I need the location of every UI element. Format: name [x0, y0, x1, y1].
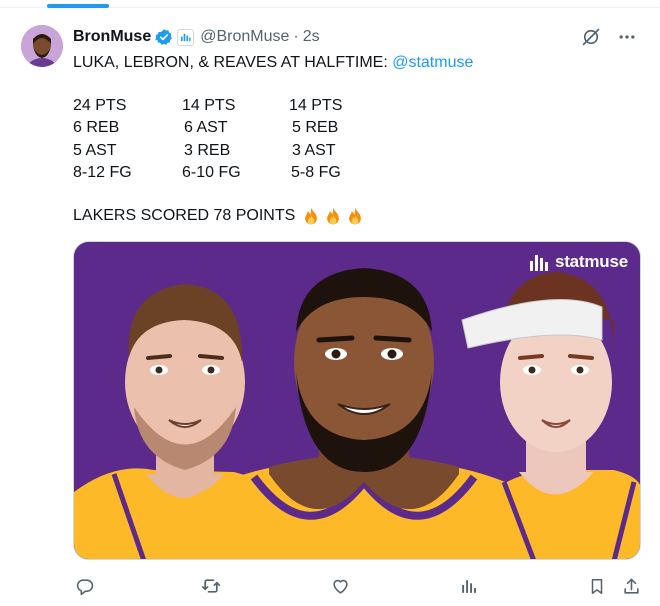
stat-line: 6 AST [184, 119, 228, 137]
mention-link[interactable]: @statmuse [392, 54, 473, 71]
handle[interactable]: @BronMuse [200, 28, 289, 46]
stat-line: 5 AST [73, 141, 117, 159]
bookmark-icon[interactable] [586, 575, 608, 597]
verified-badge-icon [155, 28, 173, 46]
separator: · [293, 28, 299, 45]
stat-line: 5-8 FG [291, 163, 341, 181]
display-name[interactable]: BronMuse [73, 28, 151, 46]
stat-line: 6 REB [73, 119, 120, 137]
fire-emoji-icon [345, 206, 365, 226]
tweet-text: LUKA, LEBRON, & REAVES AT HALFTIME: @sta… [73, 52, 633, 74]
fire-emoji-icon [301, 206, 321, 226]
avatar[interactable] [21, 25, 63, 67]
player-illustration [74, 242, 640, 559]
stats-column-reaves: 14 PTS 5 REB 3 AST 5-8 FG [289, 95, 342, 184]
statmuse-bars-icon [529, 255, 548, 271]
scored-text: LAKERS SCORED 78 POINTS [73, 207, 296, 224]
tweet-header: BronMuse @BronMuse · 2s [73, 26, 320, 48]
scored-line: LAKERS SCORED 78 POINTS [73, 205, 365, 227]
stat-line: 6-10 FG [182, 163, 241, 181]
tweet-text-prefix: LUKA, LEBRON, & REAVES AT HALFTIME: [73, 54, 393, 71]
stat-line: 14 PTS [289, 97, 343, 114]
stats-column-lebron: 14 PTS 6 AST 3 REB 6-10 FG [182, 95, 241, 184]
reply-icon[interactable] [73, 575, 95, 597]
stat-line: 14 PTS [182, 97, 236, 114]
more-icon[interactable] [616, 26, 638, 48]
stat-line: 24 PTS [73, 97, 127, 114]
statmuse-wordmark: statmuse [554, 252, 628, 271]
views-icon[interactable] [457, 575, 479, 597]
retweet-icon[interactable] [200, 575, 222, 597]
affiliate-badge-icon[interactable] [177, 28, 195, 46]
tweet[interactable]: BronMuse @BronMuse · 2s LUKA, LEBRON, & … [0, 8, 660, 606]
timestamp[interactable]: 2s [303, 28, 320, 46]
media-image[interactable]: statmuse [73, 241, 641, 560]
stats-column-luka: 24 PTS 6 REB 5 AST 8-12 FG [73, 95, 132, 184]
stat-line: 3 REB [184, 141, 231, 159]
share-icon[interactable] [620, 575, 642, 597]
grok-icon[interactable] [580, 26, 602, 48]
like-icon[interactable] [329, 575, 351, 597]
stat-line: 3 AST [292, 141, 336, 159]
statmuse-logo: statmuse [529, 252, 628, 272]
stat-line: 8-12 FG [73, 163, 132, 181]
action-bar [0, 575, 660, 597]
fire-emoji-icon [323, 206, 343, 226]
stat-line: 5 REB [292, 119, 339, 137]
